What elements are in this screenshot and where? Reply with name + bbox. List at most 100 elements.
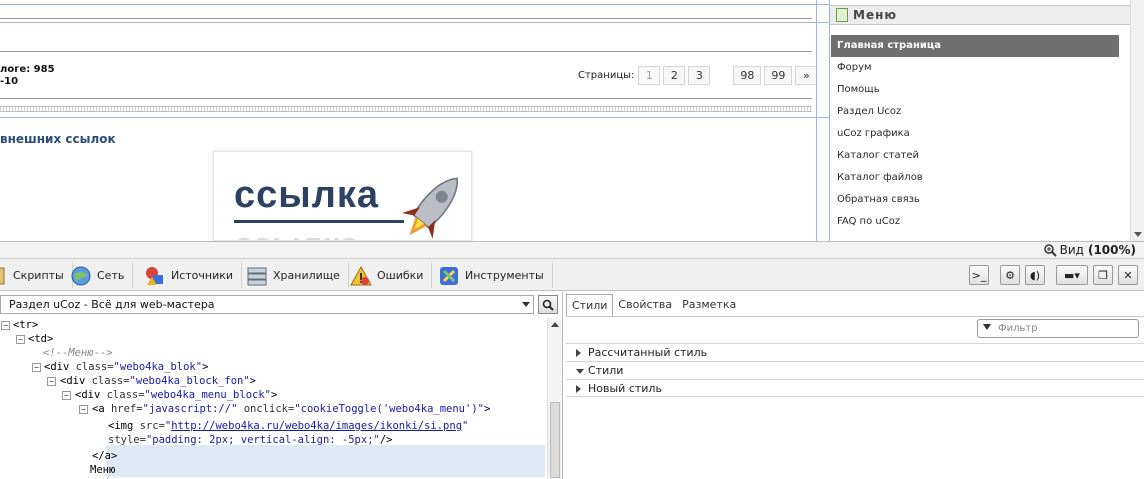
image-url-link[interactable]: http://webo4ka.ru/webo4ka/images/ikonki/… [171,420,462,432]
tree-node-comment[interactable]: <!--Меню--> [0,346,113,361]
tab-scripts-label: Скрипты [13,269,64,282]
devtools-statusbar: Вид (100%) [0,241,1144,258]
page-link-1[interactable]: 1 [638,66,661,85]
caret-down-icon [576,369,584,374]
collapse-toggle-icon[interactable]: − [62,391,71,400]
rocket-icon [401,177,458,239]
guide-line [816,0,817,241]
tab-tools-label: Инструменты [465,269,544,282]
tree-node-img-style[interactable]: style="padding: 2px; vertical-align: -5p… [0,433,393,448]
frame-select-value: Раздел uCoz - Всё для web-мастера [9,298,215,311]
speech-icon: ◖) [1029,268,1041,282]
styles-panel: Стили Свойства Разметка Фильтр Рассчитан… [566,292,1144,479]
guide-line [0,117,830,118]
tab-scripts[interactable]: Скрипты [0,263,73,288]
divider [0,51,812,52]
speech-button[interactable]: ◖) [1025,265,1045,285]
settings-button[interactable]: ⚙ [1000,265,1020,285]
menu-item-faq[interactable]: FAQ по uCoz [831,211,1119,233]
tree-node-tr[interactable]: − <tr> [0,318,38,333]
page-link-99[interactable]: 99 [764,66,793,85]
catalog-range-text: -10 [0,76,19,87]
chevron-down-icon [522,302,530,307]
scroll-up-arrow-icon[interactable] [551,322,559,327]
tree-node-img[interactable]: <img src="http://webo4ka.ru/webo4ka/imag… [0,419,468,434]
menu-header[interactable]: Меню [830,5,1130,25]
dom-tree: − <tr> − <td> <!--Меню--> − <div class="… [0,318,547,479]
styles-tabs: Стили Свойства Разметка [566,294,741,316]
window-icon: ❐ [1098,268,1108,282]
tree-node-div-blok[interactable]: − <div class="webo4ka_blok"> [0,360,208,375]
catalog-count-text: логе: 985 [0,64,55,75]
storage-icon [247,267,267,285]
tab-tools[interactable]: Инструменты [432,263,553,288]
guide-line [0,4,830,5]
close-icon: ✕ [1123,268,1133,282]
scripts-icon [0,267,5,284]
filter-input[interactable]: Фильтр [977,319,1139,338]
zoom-value: (100%) [1087,243,1136,257]
tree-node-a-close[interactable]: </a> [0,449,117,464]
collapse-toggle-icon[interactable]: − [79,405,88,414]
devtools-toolbar: Скрипты Сеть Источники Хранилище Ошибки … [0,258,1144,291]
link-banner-image[interactable]: ссылка ссылка [213,151,472,241]
shapes-icon [146,266,163,285]
dock-menu-button[interactable]: ▬▾ [1056,265,1088,285]
divider [0,98,812,99]
menu-item-help[interactable]: Помощь [831,79,1119,101]
zoom-label: Вид [1059,243,1084,257]
filter-icon [983,324,991,330]
collapse-toggle-icon[interactable]: − [47,377,56,386]
tree-node-div-menu-block[interactable]: − <div class="webo4ka_menu_block"> [0,388,277,403]
zoom-icon [1043,243,1057,257]
menu-item-files[interactable]: Каталог файлов [831,167,1119,189]
page-link-98[interactable]: 98 [733,66,762,85]
dom-tree-scrollbar[interactable] [547,318,562,479]
globe-icon [71,266,91,285]
menu-item-forum[interactable]: Форум [831,57,1119,79]
scrollbar-thumb[interactable] [550,402,560,478]
menu-item-feedback[interactable]: Обратная связь [831,189,1119,211]
dock-icon: ▬▾ [1064,268,1080,282]
dom-panel: Раздел uCoz - Всё для web-мастера − <tr>… [0,292,563,479]
menu-item-ucoz-graphics[interactable]: uCoz графика [831,123,1119,145]
menu-item-ucoz-section[interactable]: Раздел Ucoz [831,101,1119,123]
scroll-down-arrow-icon[interactable] [1134,232,1142,237]
page-scrollbar[interactable] [1130,0,1144,241]
collapse-toggle-icon[interactable]: − [16,335,25,344]
section-styles[interactable]: Стили [566,361,1144,379]
page-next-link[interactable]: » [795,66,818,85]
tree-node-div-fon[interactable]: − <div class="webo4ka_block_fon"> [0,374,256,389]
tree-node-td[interactable]: − <td> [0,332,53,347]
menu-title: Меню [853,8,898,22]
tree-node-text[interactable]: Меню [0,463,115,478]
undock-button[interactable]: ❐ [1093,265,1113,285]
console-button[interactable]: >_ [969,265,989,285]
tab-properties[interactable]: Свойства [613,294,677,316]
tree-node-a[interactable]: − <a href="javascript://" onclick="cooki… [0,402,490,417]
tab-storage[interactable]: Хранилище [240,263,349,288]
zoom-indicator[interactable]: Вид (100%) [1043,243,1136,257]
search-icon [542,299,554,311]
tab-layout[interactable]: Разметка [677,294,741,316]
close-button[interactable]: ✕ [1118,265,1138,285]
tab-network[interactable]: Сеть [64,263,134,288]
search-button[interactable] [538,295,558,314]
section-title[interactable]: внешних ссылок [0,132,116,146]
page-link-2[interactable]: 2 [663,66,686,85]
collapse-toggle-icon[interactable]: − [1,321,10,330]
section-computed-style[interactable]: Рассчитанный стиль [566,343,1144,361]
tab-errors[interactable]: Ошибки [344,263,433,288]
console-icon: >_ [971,268,987,282]
frame-select[interactable]: Раздел uCoz - Всё для web-мастера [0,295,534,314]
tab-errors-label: Ошибки [377,269,424,282]
tab-sources[interactable]: Источники [138,263,243,288]
menu-icon [836,8,848,22]
tab-styles[interactable]: Стили [566,294,614,316]
section-new-style[interactable]: Новый стиль [566,379,1144,397]
menu-item-articles[interactable]: Каталог статей [831,145,1119,167]
warning-icon [350,265,372,285]
page-link-3[interactable]: 3 [688,66,711,85]
menu-item-home[interactable]: Главная страница [831,35,1119,57]
collapse-toggle-icon[interactable]: − [32,363,41,372]
